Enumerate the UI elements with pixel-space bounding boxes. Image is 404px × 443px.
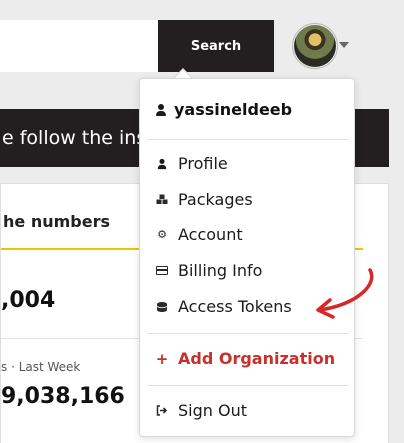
- user-icon: [156, 103, 166, 116]
- menu-item-label: Profile: [178, 154, 228, 173]
- search-input[interactable]: [0, 20, 158, 72]
- stat-value-total: ,004: [1, 288, 56, 313]
- menu-item-label: Access Tokens: [178, 297, 292, 316]
- user-dropdown-menu: yassineldeeb Profile Packages ⚙ Account …: [139, 78, 355, 437]
- menu-divider: [148, 139, 348, 140]
- search-button[interactable]: Search: [158, 20, 274, 72]
- sign-out-icon: [156, 405, 168, 416]
- notice-banner-text: e follow the ins: [2, 127, 147, 149]
- avatar[interactable]: [294, 25, 336, 67]
- sign-out-button[interactable]: Sign Out: [156, 401, 247, 420]
- chevron-down-icon[interactable]: [339, 42, 349, 48]
- menu-item-access-tokens[interactable]: Access Tokens: [156, 297, 292, 316]
- plus-icon: +: [155, 349, 169, 368]
- menu-item-label: Billing Info: [178, 261, 263, 280]
- menu-divider: [148, 333, 348, 334]
- menu-item-billing[interactable]: Billing Info: [156, 261, 262, 280]
- stats-card-title: he numbers: [3, 212, 110, 231]
- menu-item-account[interactable]: ⚙ Account: [156, 225, 243, 244]
- annotation-arrow-icon: [316, 268, 374, 319]
- user-icon: [156, 158, 168, 170]
- menu-item-label: Account: [178, 225, 243, 244]
- menu-item-packages[interactable]: Packages: [156, 190, 253, 209]
- stat-value-weekly: 9,038,166: [1, 384, 125, 409]
- coins-icon: [156, 301, 168, 313]
- menu-divider: [148, 385, 348, 386]
- add-organization-label: Add Organization: [178, 349, 336, 368]
- sign-out-label: Sign Out: [178, 401, 247, 420]
- username-label: yassineldeeb: [174, 100, 293, 119]
- cubes-icon: [156, 194, 168, 205]
- menu-item-label: Packages: [178, 190, 253, 209]
- add-organization-button[interactable]: + Add Organization: [156, 349, 335, 368]
- credit-card-icon: [156, 266, 168, 275]
- menu-item-profile[interactable]: Profile: [156, 154, 228, 173]
- menu-username: yassineldeeb: [156, 100, 292, 119]
- gear-icon: ⚙: [157, 228, 167, 241]
- stat-period-label: s · Last Week: [1, 360, 81, 374]
